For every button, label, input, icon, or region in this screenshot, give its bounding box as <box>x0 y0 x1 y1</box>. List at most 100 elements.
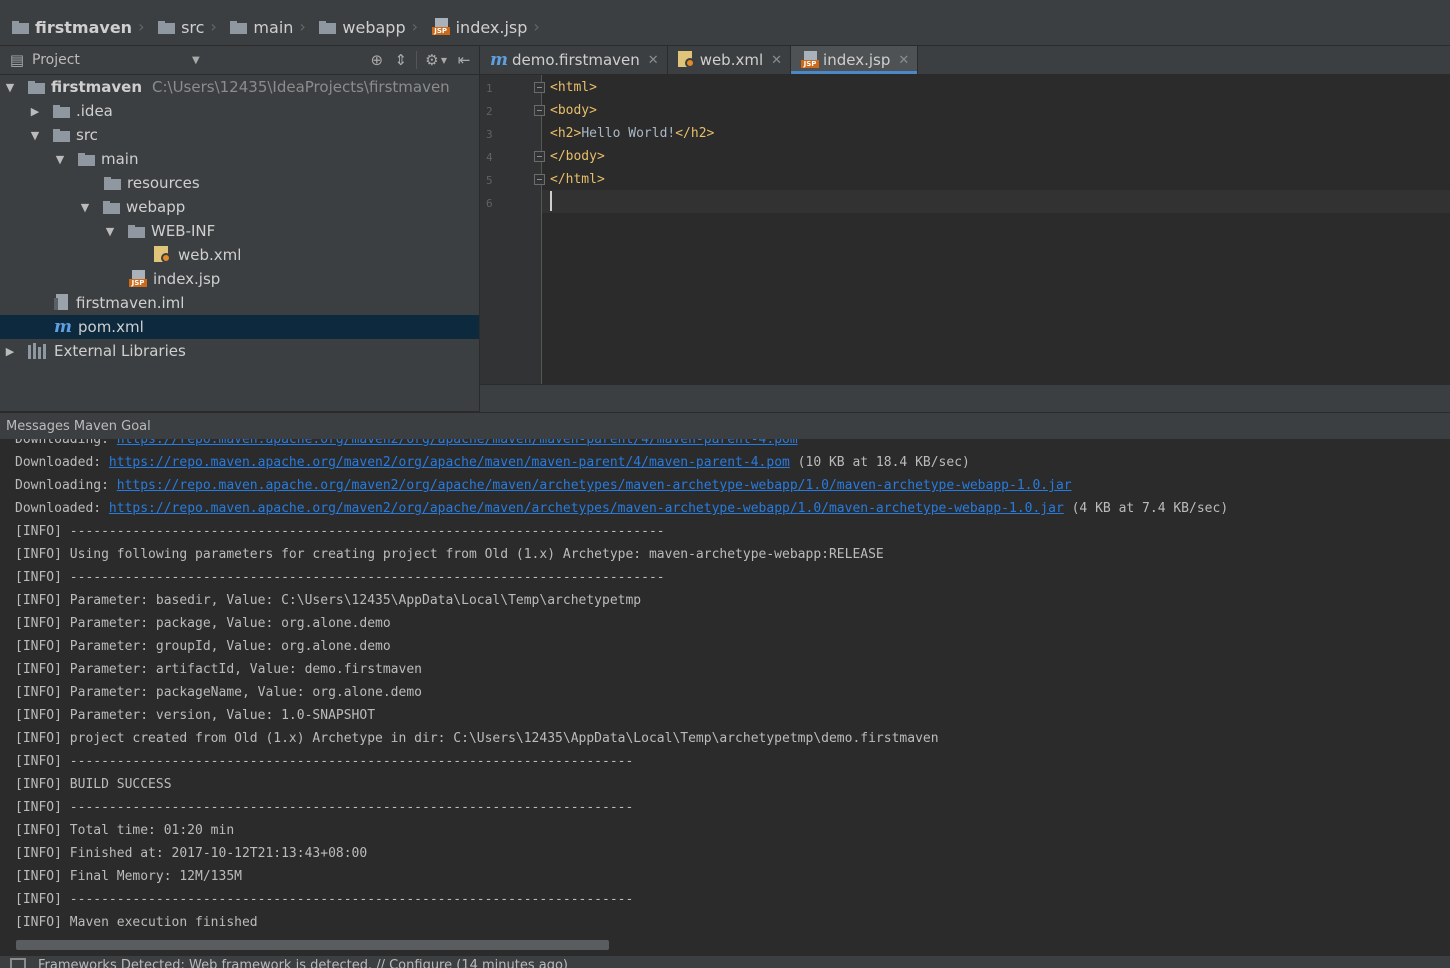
folder-icon <box>53 104 70 118</box>
fold-marker-icon[interactable] <box>534 174 545 185</box>
code-text: Hello World! <box>581 126 676 141</box>
hide-panel-icon[interactable]: ⇤ <box>455 51 473 69</box>
console-link[interactable]: https://repo.maven.apache.org/maven2/org… <box>109 501 1064 516</box>
code-line: <body> <box>550 103 597 118</box>
tree-item-firstmaven[interactable]: ▼ firstmaven C:\Users\12435\IdeaProjects… <box>0 75 479 99</box>
folder-icon <box>319 20 337 34</box>
tree-item-label: index.jsp <box>153 270 221 288</box>
maven-console[interactable]: Downloading: https://repo.maven.apache.o… <box>0 439 1450 940</box>
line-number: 3 <box>486 128 493 141</box>
console-line: [INFO] Maven execution finished <box>15 915 258 930</box>
editor-bottom-bar <box>480 384 1450 412</box>
console-line: [INFO] Total time: 01:20 min <box>15 823 235 838</box>
expand-arrow-icon[interactable]: ▼ <box>4 81 16 94</box>
console-link[interactable]: https://repo.maven.apache.org/maven2/org… <box>117 439 798 447</box>
expand-arrow-icon[interactable]: ▼ <box>29 129 41 142</box>
project-view-selector[interactable]: Project <box>32 52 192 68</box>
jsp-file-icon: JSP <box>129 270 147 288</box>
close-icon[interactable]: ✕ <box>898 53 909 68</box>
status-bar: Frameworks Detected: Web framework is de… <box>0 955 1450 968</box>
folder-icon <box>230 20 248 34</box>
project-path: C:\Users\12435\IdeaProjects\firstmaven <box>152 78 450 96</box>
console-line: [INFO] Parameter: artifactId, Value: dem… <box>15 662 422 677</box>
tree-item-web-inf[interactable]: ▼ WEB-INF <box>0 219 479 243</box>
tree-item-src[interactable]: ▼ src <box>0 123 479 147</box>
line-number: 2 <box>486 105 493 118</box>
code-editor[interactable] <box>480 75 1450 384</box>
maven-icon: m <box>54 317 72 337</box>
chevron-down-icon[interactable]: ▼ <box>441 56 447 65</box>
console-line: Downloaded: https://repo.maven.apache.or… <box>15 455 970 470</box>
console-line: [INFO] Parameter: version, Value: 1.0-SN… <box>15 708 376 723</box>
console-line: [INFO] Parameter: basedir, Value: C:\Use… <box>15 593 642 608</box>
code-tag: <h2> <box>550 126 582 141</box>
tree-item-label: resources <box>127 174 200 192</box>
chevron-down-icon[interactable]: ▼ <box>192 55 200 66</box>
tree-item-main[interactable]: ▼ main <box>0 147 479 171</box>
expand-arrow-icon[interactable]: ▼ <box>54 153 66 166</box>
console-line: Downloading: https://repo.maven.apache.o… <box>15 478 1072 493</box>
tree-item-label: pom.xml <box>78 318 144 336</box>
gear-icon[interactable]: ⚙ <box>423 51 441 69</box>
console-link[interactable]: https://repo.maven.apache.org/maven2/org… <box>109 455 790 470</box>
horizontal-scrollbar[interactable] <box>16 940 609 950</box>
breadcrumb-item-firstmaven[interactable]: firstmaven <box>0 9 138 45</box>
locate-icon[interactable]: ⊕ <box>368 51 386 69</box>
collapse-arrow-icon[interactable]: ▶ <box>29 105 41 118</box>
close-icon[interactable]: ✕ <box>648 53 659 68</box>
console-line: [INFO] Parameter: package, Value: org.al… <box>15 616 391 631</box>
chevron-right-icon: › <box>411 17 419 36</box>
folder-icon <box>158 20 176 34</box>
tab-label: web.xml <box>699 51 764 69</box>
editor-gutter <box>480 75 542 384</box>
tree-item-idea[interactable]: ▶ .idea <box>0 99 479 123</box>
close-icon[interactable]: ✕ <box>771 53 782 68</box>
chevron-right-icon: › <box>299 17 306 36</box>
console-line: [INFO] Finished at: 2017-10-12T21:13:43+… <box>15 846 368 861</box>
xml-config-icon <box>677 51 696 69</box>
tree-item-web-xml[interactable]: web.xml <box>0 243 479 267</box>
tab-index-jsp[interactable]: JSP index.jsp ✕ <box>791 46 919 74</box>
tree-item-label: WEB-INF <box>151 222 216 240</box>
folder-icon <box>53 128 70 142</box>
console-line: [INFO] BUILD SUCCESS <box>15 777 172 792</box>
fold-marker-icon[interactable] <box>534 151 545 162</box>
line-number: 4 <box>486 151 493 164</box>
tree-item-pom-xml[interactable]: m pom.xml <box>0 315 479 339</box>
tree-item-index-jsp[interactable]: JSP index.jsp <box>0 267 479 291</box>
tab-demo-firstmaven[interactable]: m demo.firstmaven ✕ <box>480 46 668 74</box>
line-number: 5 <box>486 174 493 187</box>
console-link[interactable]: https://repo.maven.apache.org/maven2/org… <box>117 478 1072 493</box>
breadcrumb-item-index-jsp[interactable]: JSP index.jsp <box>420 9 534 45</box>
console-line: [INFO] ---------------------------------… <box>15 800 634 815</box>
console-line: [INFO] ---------------------------------… <box>15 570 665 585</box>
collapse-all-icon[interactable]: ⇕ <box>392 51 410 69</box>
collapse-arrow-icon[interactable]: ▶ <box>4 345 16 358</box>
chevron-right-icon: › <box>210 17 217 36</box>
tree-item-label: main <box>101 150 139 168</box>
jsp-file-icon: JSP <box>801 51 820 69</box>
breadcrumb-item-webapp[interactable]: webapp <box>307 9 411 45</box>
tab-web-xml[interactable]: web.xml ✕ <box>668 46 792 74</box>
expand-arrow-icon[interactable]: ▼ <box>79 201 91 214</box>
code-line: </body> <box>550 149 605 164</box>
folder-icon <box>103 200 120 214</box>
console-label: Downloading: <box>15 439 117 447</box>
tree-item-webapp[interactable]: ▼ webapp <box>0 195 479 219</box>
tree-item-resources[interactable]: resources <box>0 171 479 195</box>
breadcrumb-item-src[interactable]: src <box>146 9 210 45</box>
tree-item-label: firstmaven.iml <box>76 294 185 312</box>
line-number: 6 <box>486 197 493 210</box>
fold-marker-icon[interactable] <box>534 105 545 116</box>
jsp-file-icon: JSP <box>431 18 450 36</box>
tree-item-label: web.xml <box>178 246 242 264</box>
breadcrumb-item-main[interactable]: main <box>218 9 299 45</box>
breadcrumb: firstmaven › src › main › webapp › JSP i… <box>0 9 1450 46</box>
tree-item-external-libraries[interactable]: ▶ External Libraries <box>0 339 479 363</box>
breadcrumb-label: src <box>181 17 205 37</box>
fold-marker-icon[interactable] <box>534 82 545 93</box>
code-line: <html> <box>550 80 597 95</box>
tree-item-label: webapp <box>126 198 186 216</box>
tree-item-firstmaven-iml[interactable]: firstmaven.iml <box>0 291 479 315</box>
expand-arrow-icon[interactable]: ▼ <box>104 225 116 238</box>
